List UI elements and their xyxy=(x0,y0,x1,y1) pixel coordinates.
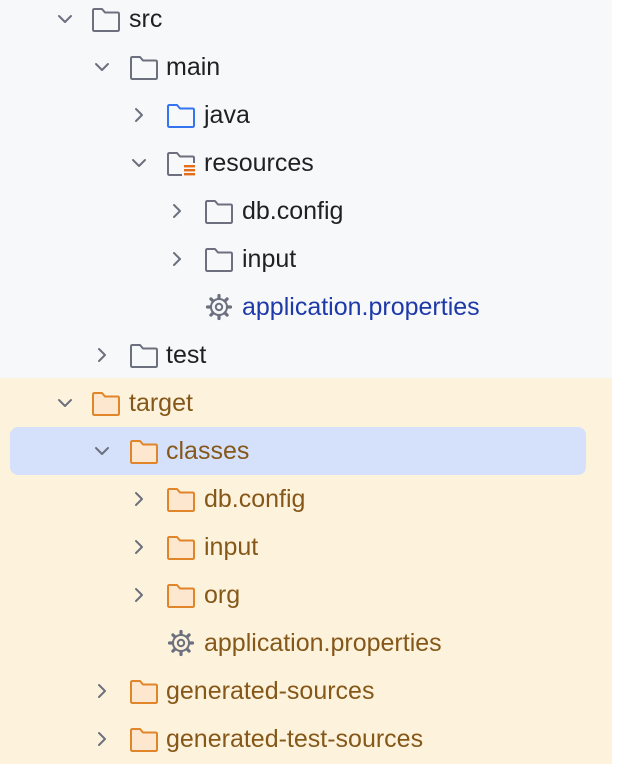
excluded-folder-icon xyxy=(130,440,158,464)
folder-icon xyxy=(130,56,158,80)
excluded-folder-icon xyxy=(167,488,195,512)
tree-item-label: generated-test-sources xyxy=(166,725,424,753)
tree-item-label: resources xyxy=(204,149,314,177)
excluded-folder-icon xyxy=(92,392,120,416)
chevron-right-icon[interactable] xyxy=(167,249,187,269)
chevron-right-icon[interactable] xyxy=(129,537,149,557)
tree-item-generated-sources[interactable]: generated-sources xyxy=(0,667,612,715)
tree-item-label: application.properties xyxy=(242,293,480,321)
excluded-folder-icon xyxy=(130,680,158,704)
scroll-edge xyxy=(612,0,622,764)
tree-item-label: db.config xyxy=(204,485,306,513)
tree-item-application-properties[interactable]: application.properties xyxy=(0,619,612,667)
source-folder-icon xyxy=(167,104,195,128)
tree-item-label: input xyxy=(204,533,259,561)
chevron-down-icon[interactable] xyxy=(92,57,112,77)
tree-item-label: src xyxy=(129,5,163,33)
chevron-right-icon[interactable] xyxy=(167,201,187,221)
settings-gear-icon xyxy=(167,629,195,657)
excluded-folder-icon xyxy=(167,584,195,608)
tree-item-target[interactable]: target xyxy=(0,379,612,427)
chevron-right-icon[interactable] xyxy=(129,489,149,509)
folder-icon xyxy=(92,8,120,32)
tree-item-label: generated-sources xyxy=(166,677,375,705)
tree-item-test[interactable]: test xyxy=(0,331,612,379)
tree-item-label: java xyxy=(204,101,250,129)
tree-item-resources[interactable]: resources xyxy=(0,139,612,187)
chevron-right-icon[interactable] xyxy=(92,729,112,749)
folder-icon xyxy=(130,344,158,368)
tree-item-label: input xyxy=(242,245,297,273)
tree-item-db-config[interactable]: db.config xyxy=(0,187,612,235)
tree-item-generated-test-sources[interactable]: generated-test-sources xyxy=(0,715,612,763)
tree-item-label: org xyxy=(204,581,241,609)
excluded-folder-icon xyxy=(167,536,195,560)
tree-item-label: main xyxy=(166,53,221,81)
tree-item-label: target xyxy=(129,389,193,417)
tree-item-label: application.properties xyxy=(204,629,442,657)
tree-item-src[interactable]: src xyxy=(0,0,612,43)
tree-item-label: db.config xyxy=(242,197,344,225)
chevron-down-icon[interactable] xyxy=(55,9,75,29)
chevron-right-icon[interactable] xyxy=(129,105,149,125)
chevron-right-icon[interactable] xyxy=(129,585,149,605)
resources-folder-icon xyxy=(167,152,195,176)
chevron-down-icon[interactable] xyxy=(55,393,75,413)
chevron-down-icon[interactable] xyxy=(92,441,112,461)
tree-item-classes[interactable]: classes xyxy=(0,427,612,475)
tree-item-db-config[interactable]: db.config xyxy=(0,475,612,523)
tree-item-java[interactable]: java xyxy=(0,91,612,139)
tree-item-input[interactable]: input xyxy=(0,523,612,571)
folder-icon xyxy=(205,248,233,272)
tree-item-org[interactable]: org xyxy=(0,571,612,619)
chevron-down-icon[interactable] xyxy=(129,153,149,173)
tree-item-input[interactable]: input xyxy=(0,235,612,283)
settings-gear-icon xyxy=(205,293,233,321)
tree-item-label: test xyxy=(166,341,207,369)
project-tree: src main java resources db.config input xyxy=(0,0,622,764)
tree-item-label: classes xyxy=(166,437,250,465)
excluded-folder-icon xyxy=(130,728,158,752)
tree-item-application-properties[interactable]: application.properties xyxy=(0,283,612,331)
tree-item-main[interactable]: main xyxy=(0,43,612,91)
folder-icon xyxy=(205,200,233,224)
chevron-right-icon[interactable] xyxy=(92,345,112,365)
chevron-right-icon[interactable] xyxy=(92,681,112,701)
